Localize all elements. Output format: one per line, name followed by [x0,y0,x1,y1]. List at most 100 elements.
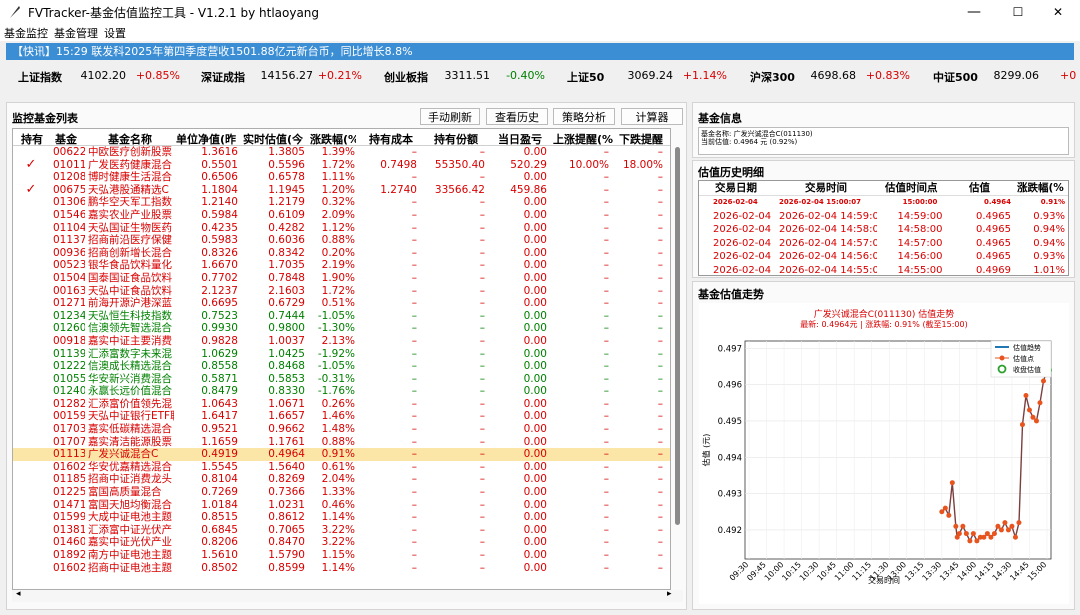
table-row[interactable]: 014719富国天旭均衡混合 1.0184 1.0231 0.46% – – 0.00 – – [13,499,670,512]
table-row[interactable]: 011374招商前沿医疗保健 0.5983 0.6036 0.88% – – 0.00 – – [13,234,670,247]
col-up-alert[interactable]: 上涨提醒(% [553,131,613,147]
table-row[interactable]: 015468嘉实农业产业股票 0.5984 0.6109 2.09% – – 0.00 – – [13,209,670,222]
col-name[interactable]: 基金名称 [108,131,168,147]
table-row[interactable]: 016020招商中证电池主题 0.8502 0.8599 1.14% – – 0.00 – – [13,562,670,575]
hcol-point[interactable]: 估值时间点 [885,181,955,196]
table-row[interactable]: ✓ 010111广发医药健康混合 0.5501 0.5596 1.72% 0.7498 55… [13,159,670,172]
table-row[interactable]: 012349天弘恒生科技指数 0.7523 0.7444 -1.05% – – 0.00 – – [13,310,670,323]
table-row[interactable]: 011399汇添富数字未来混 1.0629 1.0425 -1.92% – – 0.00 – – [13,348,670,361]
hist-change: 0.94% [1033,224,1065,235]
table-row[interactable]: 012255富国高质量混合 0.7269 0.7366 1.33% – – 0.00 – – [13,486,670,499]
fund-code: 001632 [53,284,85,297]
hcol-date[interactable]: 交易日期 [715,181,775,196]
col-cost[interactable]: 持有成本 [369,131,421,147]
table-row[interactable]: 014605嘉实中证光伏产业 0.8206 0.8470 3.22% – – 0.00 – – [13,536,670,549]
table-row[interactable]: 009360招商创新增长混合 0.8326 0.8342 0.20% – – 0.00 – – [13,247,670,260]
down-alert-value: – [657,423,663,436]
table-row[interactable]: 017074嘉实清洁能源股票 1.1659 1.1761 0.88% – – 0.00 – – [13,436,670,449]
strategy-button[interactable]: 策略分析 [553,108,615,125]
up-alert-value: – [603,511,609,524]
table-row[interactable]: 016022华安优嘉精选混合 1.5545 1.5640 0.61% – – 0.00 – – [13,461,670,474]
history-row[interactable]: 2026-02-04 2026-02-04 14:57:0 14:57:00 0.49… [699,237,1068,251]
nav-value: 1.0629 [201,347,238,360]
history-row[interactable]: 2026-02-04 2026-02-04 14:59:0 14:59:00 0.49… [699,210,1068,224]
hcol-value[interactable]: 估值 [969,181,999,196]
table-row[interactable]: 012087博时健康生活混合 0.6506 0.6578 1.11% – – 0.00 – – [13,171,670,184]
horizontal-scrollbar[interactable]: ◂ ▸ [12,589,683,602]
hist-time: 2026-02-04 14:58:0 [779,224,877,235]
table-row[interactable]: 005236银华食品饮料量化 1.6670 1.7035 2.19% – – 0.00 – – [13,259,670,272]
fund-name: 银华食品饮料量化 [88,259,172,272]
col-code[interactable]: 基金 [55,131,85,147]
table-row[interactable]: 012608信澳领先智选混合 0.9930 0.9800 -1.30% – – 0.00 – – [13,322,670,335]
table-row[interactable]: 012407永赢长远价值混合 0.8479 0.8330 -1.76% – – 0.00 – – [13,385,670,398]
table-row[interactable]: 011041天弘国证生物医药 0.4235 0.4282 1.12% – – 0.00 – – [13,222,670,235]
maximize-button[interactable]: ☐ [996,0,1040,24]
shares-value: – [479,221,485,234]
table-row[interactable]: 015998大成中证电池主题 0.8515 0.8612 1.14% – – 0.00 – – [13,511,670,524]
table-row[interactable]: 001595天弘中证银行ETF联 1.6417 1.6657 1.46% – – 0.00 –… [13,410,670,423]
data-point [984,531,990,537]
menu-fund-manage[interactable]: 基金管理 [54,25,98,41]
hist-date: 2026-02-04 [713,198,758,206]
index-change: +0.85% [135,69,180,82]
up-alert-value: – [603,334,609,347]
table-row[interactable]: 012820汇添富价值领先混 1.0643 1.0671 0.26% – – 0.00 – – [13,398,670,411]
minimize-button[interactable]: — [952,0,996,24]
data-point [949,480,955,486]
shares-value: – [479,297,485,310]
refresh-button[interactable]: 手动刷新 [420,108,480,125]
scroll-right-icon[interactable]: ▸ [667,589,672,599]
menu-fund-monitor[interactable]: 基金监控 [4,25,48,41]
table-row[interactable]: 012224信澳成长精选混合 0.8558 0.8468 -1.05% – – 0.00 – – [13,360,670,373]
hcol-change[interactable]: 涨跌幅(% [1017,181,1068,196]
col-change[interactable]: 涨跌幅(% [310,131,356,147]
history-row[interactable]: 2026-02-04 2026-02-04 14:56:0 14:56:00 0.49… [699,250,1068,264]
data-point [942,505,948,511]
fund-code: 010111 [53,158,85,171]
down-alert-value: 18.00% [622,158,663,171]
table-row[interactable]: 009180嘉实中证主要消费 0.9828 1.0037 2.13% – – 0.00 – – [13,335,670,348]
col-nav[interactable]: 单位净值(昨 [176,131,240,147]
cost-value: – [411,473,417,486]
nav-value: 0.5984 [201,208,238,221]
scroll-left-icon[interactable]: ◂ [16,589,21,599]
table-row[interactable]: 001632天弘中证食品饮料 2.1237 2.1603 1.72% – – 0.00 – – [13,285,670,298]
table-row[interactable]: 015040国泰国证食品饮料 0.7702 0.7848 1.90% – – 0.00 – – [13,272,670,285]
table-row[interactable]: 012711前海开源沪港深蓝 0.6695 0.6729 0.51% – – 0.00 – – [13,297,670,310]
col-down-alert[interactable]: 下跌提醒 [619,131,670,147]
shares-value: – [479,334,485,347]
history-row[interactable]: 2026-02-04 2026-02-04 14:58:0 14:58:00 0.49… [699,223,1068,237]
estimate-value: 0.6578 [268,171,305,184]
table-row[interactable]: 018927南方中证电池主题 1.5610 1.5790 1.15% – – 0.00 – – [13,549,670,562]
calculator-button[interactable]: 计算器 [621,108,683,125]
table-row[interactable]: 011130广发兴诚混合C 0.4919 0.4964 0.91% – – 0.00 – – [13,448,670,461]
down-alert-value: – [657,284,663,297]
hcol-time[interactable]: 交易时间 [805,181,865,196]
table-row[interactable]: 013817汇添富中证光伏产 0.6845 0.7065 3.22% – – 0.00 – – [13,524,670,537]
change-value: 1.48% [321,423,355,436]
fund-name: 富国高质量混合 [88,486,162,499]
down-alert-value: – [657,498,663,511]
nav-value: 1.5610 [201,549,238,561]
menu-settings[interactable]: 设置 [104,25,126,41]
close-button[interactable]: ✕ [1036,0,1080,24]
history-row[interactable]: 2026-02-04 2026-02-04 15:00:07 15:00:00 0.4… [699,196,1068,210]
history-row[interactable]: 2026-02-04 2026-02-04 14:55:0 14:55:00 0.49… [699,264,1068,276]
change-value: 1.20% [321,183,355,196]
table-row[interactable]: 006229中欧医疗创新股票 1.3616 1.3805 1.39% – – 0.00 – – [13,146,670,159]
data-point [970,531,976,537]
data-point [1030,414,1036,420]
history-button[interactable]: 查看历史 [486,108,548,125]
col-estimate[interactable]: 实时估值(今 [243,131,307,147]
table-row[interactable]: 017037嘉实低碳精选混合 0.9521 0.9662 1.48% – – 0.00 – – [13,423,670,436]
table-row[interactable]: 013064鹏华空天军工指数 1.2140 1.2179 0.32% – – 0.00 – – [13,196,670,209]
table-row[interactable]: 011854招商中证消费龙头 0.8104 0.8269 2.04% – – 0.00 – – [13,473,670,486]
col-hold[interactable]: 持有 [21,131,45,147]
fund-code: 011041 [53,221,85,234]
col-shares[interactable]: 持有份额 [434,131,486,147]
col-pnl[interactable]: 当日盈亏 [498,131,550,147]
scrollbar-thumb[interactable] [675,147,680,525]
table-row[interactable]: 010555华安新兴消费混合 0.5871 0.5853 -0.31% – – 0.00 – – [13,373,670,386]
table-row[interactable]: ✓ 006753天弘港股通精选C 1.1804 1.1945 1.20% 1.2740 33… [13,184,670,197]
